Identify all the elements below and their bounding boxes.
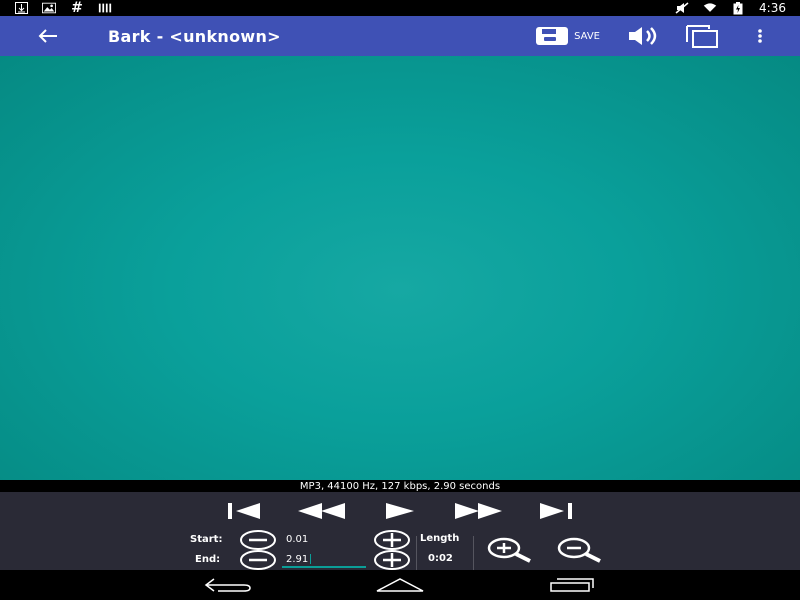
- divider: [473, 536, 474, 570]
- copy-icon: [686, 25, 718, 48]
- battery-charging-icon: [731, 1, 745, 14]
- app-bar: Bark - <unknown> SAVE: [0, 16, 800, 56]
- fast-forward-icon: [455, 503, 502, 519]
- skip-end-button[interactable]: [531, 492, 581, 530]
- more-vert-icon: [758, 29, 762, 43]
- plus-circle-icon: [374, 550, 410, 570]
- home-nav-icon: [376, 578, 424, 592]
- save-icon: [536, 27, 569, 45]
- zoom-in-icon: [487, 537, 531, 563]
- end-input-value: 2.91: [286, 554, 309, 565]
- signal-bars-icon: [98, 2, 112, 14]
- waveform-canvas[interactable]: [0, 56, 800, 480]
- length-label: Length: [420, 533, 460, 544]
- plus-circle-icon: [374, 530, 410, 550]
- end-label: End:: [195, 554, 221, 565]
- copy-button[interactable]: [680, 16, 724, 56]
- rewind-button[interactable]: [297, 492, 347, 530]
- rewind-icon: [298, 503, 345, 519]
- minus-circle-icon: [240, 550, 276, 570]
- file-info: MP3, 44100 Hz, 127 kbps, 2.90 seconds: [0, 480, 800, 492]
- zoom-out-button[interactable]: [556, 534, 602, 566]
- page-title: Bark - <unknown>: [108, 26, 281, 46]
- recents-nav-icon: [550, 578, 594, 592]
- hash-icon: #: [71, 0, 83, 16]
- status-bar: # 4:36: [0, 0, 800, 16]
- more-options-button[interactable]: [738, 16, 782, 56]
- marker-controls: Start: 0.01 End: 2.91 Length 0:02: [0, 530, 800, 570]
- length-value: 0:02: [428, 553, 453, 564]
- mute-icon: [675, 2, 689, 14]
- zoom-in-button[interactable]: [486, 534, 532, 566]
- clock: 4:36: [759, 1, 786, 15]
- minus-circle-icon: [240, 530, 276, 550]
- zoom-out-icon: [557, 537, 601, 563]
- volume-icon: [629, 27, 657, 45]
- image-icon: [42, 2, 56, 14]
- start-increment-button[interactable]: [374, 530, 410, 550]
- nav-recents-button[interactable]: [532, 570, 612, 600]
- navigation-bar: [0, 570, 800, 600]
- skip-end-icon: [540, 503, 572, 519]
- volume-button[interactable]: [622, 16, 666, 56]
- start-input[interactable]: 0.01: [282, 532, 366, 548]
- nav-back-button[interactable]: [188, 570, 268, 600]
- back-button[interactable]: [24, 16, 72, 56]
- play-button[interactable]: [375, 492, 425, 530]
- back-nav-icon: [204, 578, 251, 592]
- start-label: Start:: [190, 534, 223, 545]
- skip-start-icon: [228, 503, 260, 519]
- start-decrement-button[interactable]: [240, 530, 276, 550]
- text-caret: [310, 554, 312, 564]
- download-icon: [14, 2, 28, 14]
- wifi-icon: [703, 2, 717, 14]
- skip-start-button[interactable]: [219, 492, 269, 530]
- save-button[interactable]: SAVE: [536, 16, 600, 56]
- end-increment-button[interactable]: [374, 550, 410, 570]
- play-icon: [386, 503, 414, 519]
- end-decrement-button[interactable]: [240, 550, 276, 570]
- nav-home-button[interactable]: [360, 570, 440, 600]
- controls-panel: Start: 0.01 End: 2.91 Length 0:02: [0, 492, 800, 570]
- transport-controls: [0, 492, 800, 530]
- fast-forward-button[interactable]: [453, 492, 503, 530]
- arrow-left-icon: [38, 29, 57, 43]
- divider: [416, 536, 417, 570]
- save-label: SAVE: [574, 30, 600, 42]
- end-input[interactable]: 2.91: [282, 552, 366, 568]
